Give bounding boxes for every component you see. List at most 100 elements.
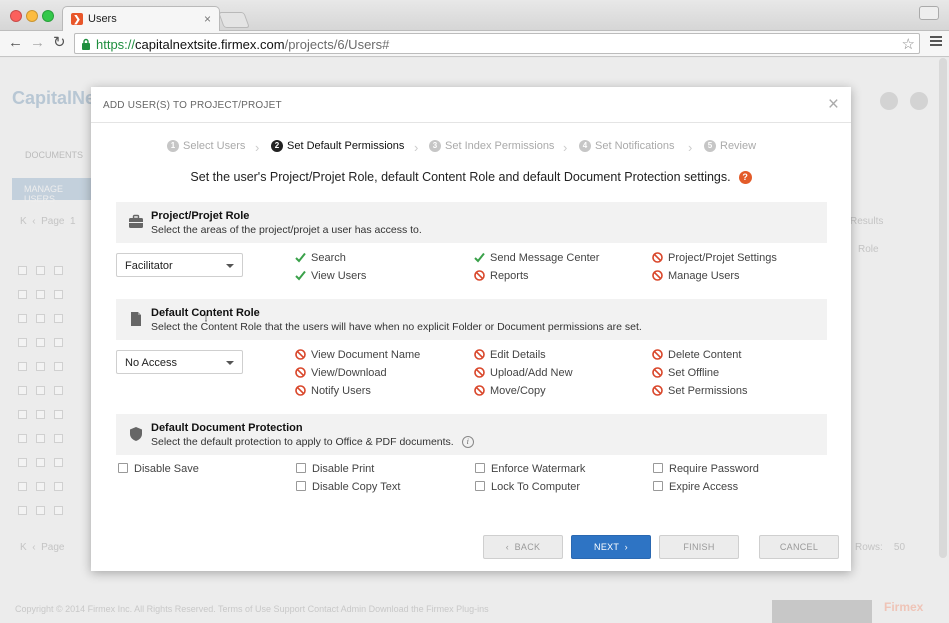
role-column-header: Role	[858, 244, 879, 255]
briefcase-icon	[129, 214, 143, 228]
permission-notify-users: Notify Users	[295, 384, 371, 399]
help-circle-icon[interactable]	[880, 92, 898, 110]
step-set-default-permissions[interactable]: 2 Set Default Permissions	[271, 140, 404, 156]
help-icon[interactable]: ?	[738, 171, 752, 185]
checkbox-expire-access[interactable]: Expire Access	[653, 481, 738, 495]
no-access-icon	[474, 348, 485, 360]
checkmark-icon	[295, 252, 306, 263]
new-tab-button[interactable]	[218, 12, 250, 28]
shield-icon	[130, 427, 142, 441]
minimize-window-button[interactable]	[26, 10, 38, 22]
chevron-right-icon: ›	[255, 140, 260, 155]
chevron-right-icon: ›	[563, 140, 568, 155]
checkbox-disable-save[interactable]: Disable Save	[118, 463, 199, 477]
browser-tab[interactable]: ❯ Users ×	[62, 6, 220, 31]
tab-close-icon[interactable]: ×	[204, 12, 211, 26]
modal-header: ADD USER(S) TO PROJECT/PROJET ×	[91, 87, 851, 123]
close-icon[interactable]: ×	[828, 94, 839, 116]
table-row	[18, 386, 90, 396]
checkbox-disable-print[interactable]: Disable Print	[296, 463, 374, 477]
checkbox-box[interactable]	[475, 481, 485, 492]
top-pager: K ‹ Page 1	[20, 216, 76, 227]
maximize-window-button[interactable]	[42, 10, 54, 22]
forward-arrow-icon[interactable]: →	[30, 35, 45, 51]
lock-icon	[82, 38, 90, 50]
permission-label: View/Download	[311, 367, 387, 380]
permission-label: Notify Users	[311, 385, 371, 398]
cancel-button[interactable]: CANCEL	[759, 535, 839, 559]
close-window-button[interactable]	[10, 10, 22, 22]
checkbox-lock-to-computer[interactable]: Lock To Computer	[475, 481, 580, 495]
bookmark-star-icon[interactable]: ☆	[902, 35, 915, 53]
firmex-brand: Firmex	[884, 600, 924, 614]
project-role-subtitle: Select the areas of the project/projet a…	[151, 224, 422, 236]
next-button[interactable]: NEXT ›	[571, 535, 651, 559]
results-label: Results	[850, 216, 884, 227]
permission-edit-details: Edit Details	[474, 348, 546, 363]
chevron-down-icon	[226, 264, 234, 268]
back-arrow-icon[interactable]: ←	[8, 35, 23, 51]
permission-send-message-center: Send Message Center	[474, 252, 599, 266]
step-review[interactable]: 5 Review	[704, 140, 756, 156]
checkbox-box[interactable]	[653, 463, 663, 474]
info-icon[interactable]: i	[461, 436, 474, 449]
checkbox-label: Disable Print	[312, 463, 375, 476]
content-role-subtitle: Select the Content Role that the users w…	[151, 321, 642, 333]
table-row	[18, 458, 90, 468]
checkbox-box[interactable]	[653, 481, 663, 492]
checkbox-disable-copy-text[interactable]: Disable Copy Text	[296, 481, 400, 495]
checkbox-label: Disable Save	[134, 463, 199, 476]
checkbox-label: Disable Copy Text	[312, 481, 401, 494]
step-select-users[interactable]: 1 Select Users	[167, 140, 245, 156]
checkbox-require-password[interactable]: Require Password	[653, 463, 759, 477]
permission-move-copy: Move/Copy	[474, 384, 546, 399]
no-access-icon	[652, 384, 663, 396]
power-icon[interactable]	[910, 92, 928, 110]
reload-icon[interactable]: ↻	[53, 35, 66, 51]
permission-manage-users: Manage Users	[652, 269, 740, 284]
project-role-title: Project/Projet Role	[151, 210, 250, 222]
browser-menu-icon[interactable]	[930, 36, 942, 48]
intro-text: Set the user's Project/Projet Role, defa…	[91, 170, 851, 185]
chevron-down-icon	[226, 361, 234, 365]
permission-label: Reports	[490, 270, 529, 283]
table-row	[18, 314, 90, 324]
window-resize-button[interactable]	[919, 6, 939, 20]
manage-users-button[interactable]: MANAGE USERS	[12, 178, 92, 204]
permission-view-users: View Users	[295, 270, 366, 284]
step-set-notifications[interactable]: 4 Set Notifications	[579, 140, 674, 156]
address-bar[interactable]: https://capitalnextsite.firmex.com/proje…	[74, 33, 920, 54]
permission-label: Manage Users	[668, 270, 740, 283]
checkbox-enforce-watermark[interactable]: Enforce Watermark	[475, 463, 585, 477]
checkbox-label: Lock To Computer	[491, 481, 581, 494]
page-footer: Copyright © 2014 Firmex Inc. All Rights …	[15, 604, 489, 614]
finish-button[interactable]: FINISH	[659, 535, 739, 559]
checkbox-box[interactable]	[296, 481, 306, 492]
permission-project-projet-settings: Project/Projet Settings	[652, 251, 777, 266]
checkbox-box[interactable]	[475, 463, 485, 474]
wizard-steps: 1 Select Users › 2 Set Default Permissions…	[91, 140, 851, 156]
table-row	[18, 410, 90, 420]
checkbox-box[interactable]	[296, 463, 306, 474]
content-role-select[interactable]: No Access	[116, 350, 243, 374]
project-role-select[interactable]: Facilitator	[116, 253, 243, 277]
url-text: https://capitalnextsite.firmex.com/proje…	[96, 37, 390, 52]
step-set-index-permissions[interactable]: 3 Set Index Permissions	[429, 140, 554, 156]
permission-delete-content: Delete Content	[652, 348, 741, 363]
table-row	[18, 290, 90, 300]
table-row	[18, 266, 90, 276]
checkbox-box[interactable]	[118, 463, 128, 474]
modal-title: ADD USER(S) TO PROJECT/PROJET	[103, 100, 282, 111]
permission-label: Upload/Add New	[490, 367, 573, 380]
status-panel	[772, 600, 872, 623]
browser-toolbar: ← → ↻ https://capitalnextsite.firmex.com…	[0, 31, 949, 57]
permission-label: Set Permissions	[668, 385, 748, 398]
permission-label: Search	[311, 252, 346, 265]
back-button[interactable]: ‹ BACK	[483, 535, 563, 559]
project-role-section-header: Project/Projet Role Select the areas of …	[116, 202, 827, 243]
permission-label: Send Message Center	[490, 252, 600, 265]
documents-tab[interactable]: DOCUMENTS	[25, 150, 83, 160]
capitalnext-logo: CapitalNe	[12, 88, 96, 108]
checkbox-label: Enforce Watermark	[491, 463, 586, 476]
page-scrollbar[interactable]	[939, 58, 947, 558]
